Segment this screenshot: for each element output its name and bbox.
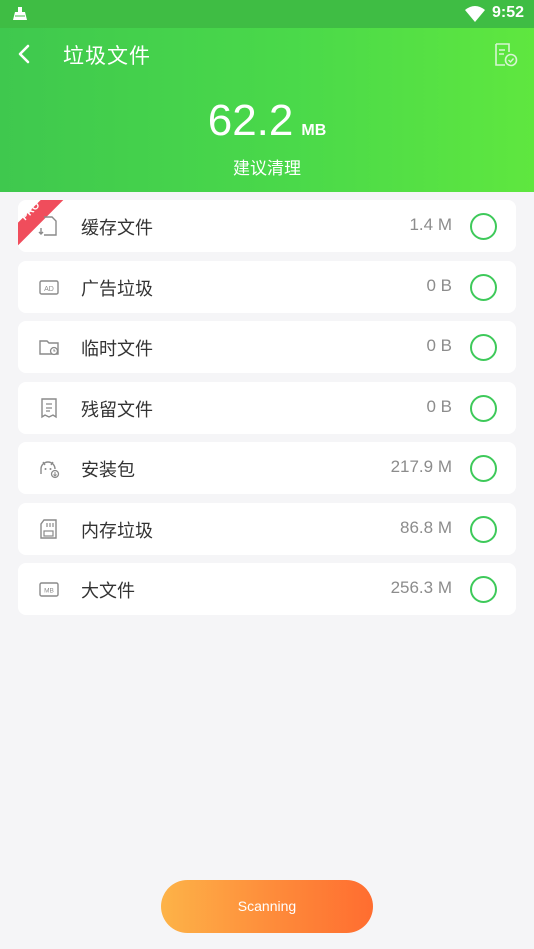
item-size: 256.3 M xyxy=(390,578,452,597)
item-label: 安装包 xyxy=(81,460,135,481)
item-label: 残留文件 xyxy=(81,399,153,421)
list-item-temp-files[interactable]: 临时文件 0 B xyxy=(18,321,516,373)
select-checkbox[interactable] xyxy=(470,213,497,240)
item-label: 缓存文件 xyxy=(81,218,153,239)
scanning-button[interactable]: Scanning xyxy=(161,880,373,933)
item-size: 0 B xyxy=(426,275,452,295)
item-label: 内存垃圾 xyxy=(81,520,153,542)
header: 9:52 垃圾文件 62.2 MB 建议清理 xyxy=(0,0,534,192)
android-package-icon xyxy=(40,461,60,479)
ad-icon: AD xyxy=(39,279,59,295)
list-item-cache[interactable]: PRO 缓存文件 1.4 M xyxy=(18,200,516,252)
select-checkbox[interactable] xyxy=(470,334,497,361)
select-checkbox[interactable] xyxy=(470,455,497,482)
list-item-large-files[interactable]: MB 大文件 256.3 M xyxy=(18,563,516,615)
cache-file-icon xyxy=(38,216,57,236)
suggestion-text: 建议清理 xyxy=(233,159,301,179)
junk-category-list: PRO 缓存文件 1.4 M AD 广告垃圾 0 B 临时文件 0 B 残留文件… xyxy=(18,200,516,624)
status-time: 9:52 xyxy=(492,4,525,21)
back-arrow-icon[interactable] xyxy=(14,40,36,68)
cleaner-app-icon xyxy=(13,7,27,20)
item-size: 217.9 M xyxy=(390,457,452,476)
status-bar: 9:52 xyxy=(0,0,534,28)
select-checkbox[interactable] xyxy=(470,394,497,422)
item-size: 0 B xyxy=(426,336,452,355)
page-title: 垃圾文件 xyxy=(63,44,151,68)
list-item-install-packages[interactable]: 安装包 217.9 M xyxy=(18,442,516,494)
item-size: 0 B xyxy=(426,396,452,416)
svg-text:MB: MB xyxy=(44,588,54,595)
clean-report-icon[interactable] xyxy=(492,42,518,68)
sd-card-icon xyxy=(40,518,57,539)
item-size: 1.4 M xyxy=(409,215,452,234)
residual-file-icon xyxy=(41,397,57,418)
item-label: 临时文件 xyxy=(81,339,153,360)
total-size-value: 62.2 xyxy=(207,96,294,145)
temp-folder-icon xyxy=(39,340,59,356)
list-item-ad-junk[interactable]: AD 广告垃圾 0 B xyxy=(18,260,516,313)
select-checkbox[interactable] xyxy=(470,576,497,603)
item-label: 广告垃圾 xyxy=(81,278,153,300)
list-item-residual-files[interactable]: 残留文件 0 B xyxy=(18,381,516,434)
select-checkbox[interactable] xyxy=(470,515,497,543)
item-label: 大文件 xyxy=(81,581,135,602)
total-size-unit: MB xyxy=(301,122,327,139)
mb-file-icon: MB xyxy=(39,582,59,597)
junk-files-screen: 9:52 垃圾文件 62.2 MB 建议清理 PRO 缓存文件 1.4 M AD… xyxy=(0,0,534,949)
item-size: 86.8 M xyxy=(400,517,452,537)
select-checkbox[interactable] xyxy=(470,273,497,301)
wifi-icon xyxy=(465,6,485,22)
svg-text:AD: AD xyxy=(44,286,54,293)
list-item-memory-junk[interactable]: 内存垃圾 86.8 M xyxy=(18,502,516,555)
total-junk-size: 62.2 MB xyxy=(0,96,534,146)
